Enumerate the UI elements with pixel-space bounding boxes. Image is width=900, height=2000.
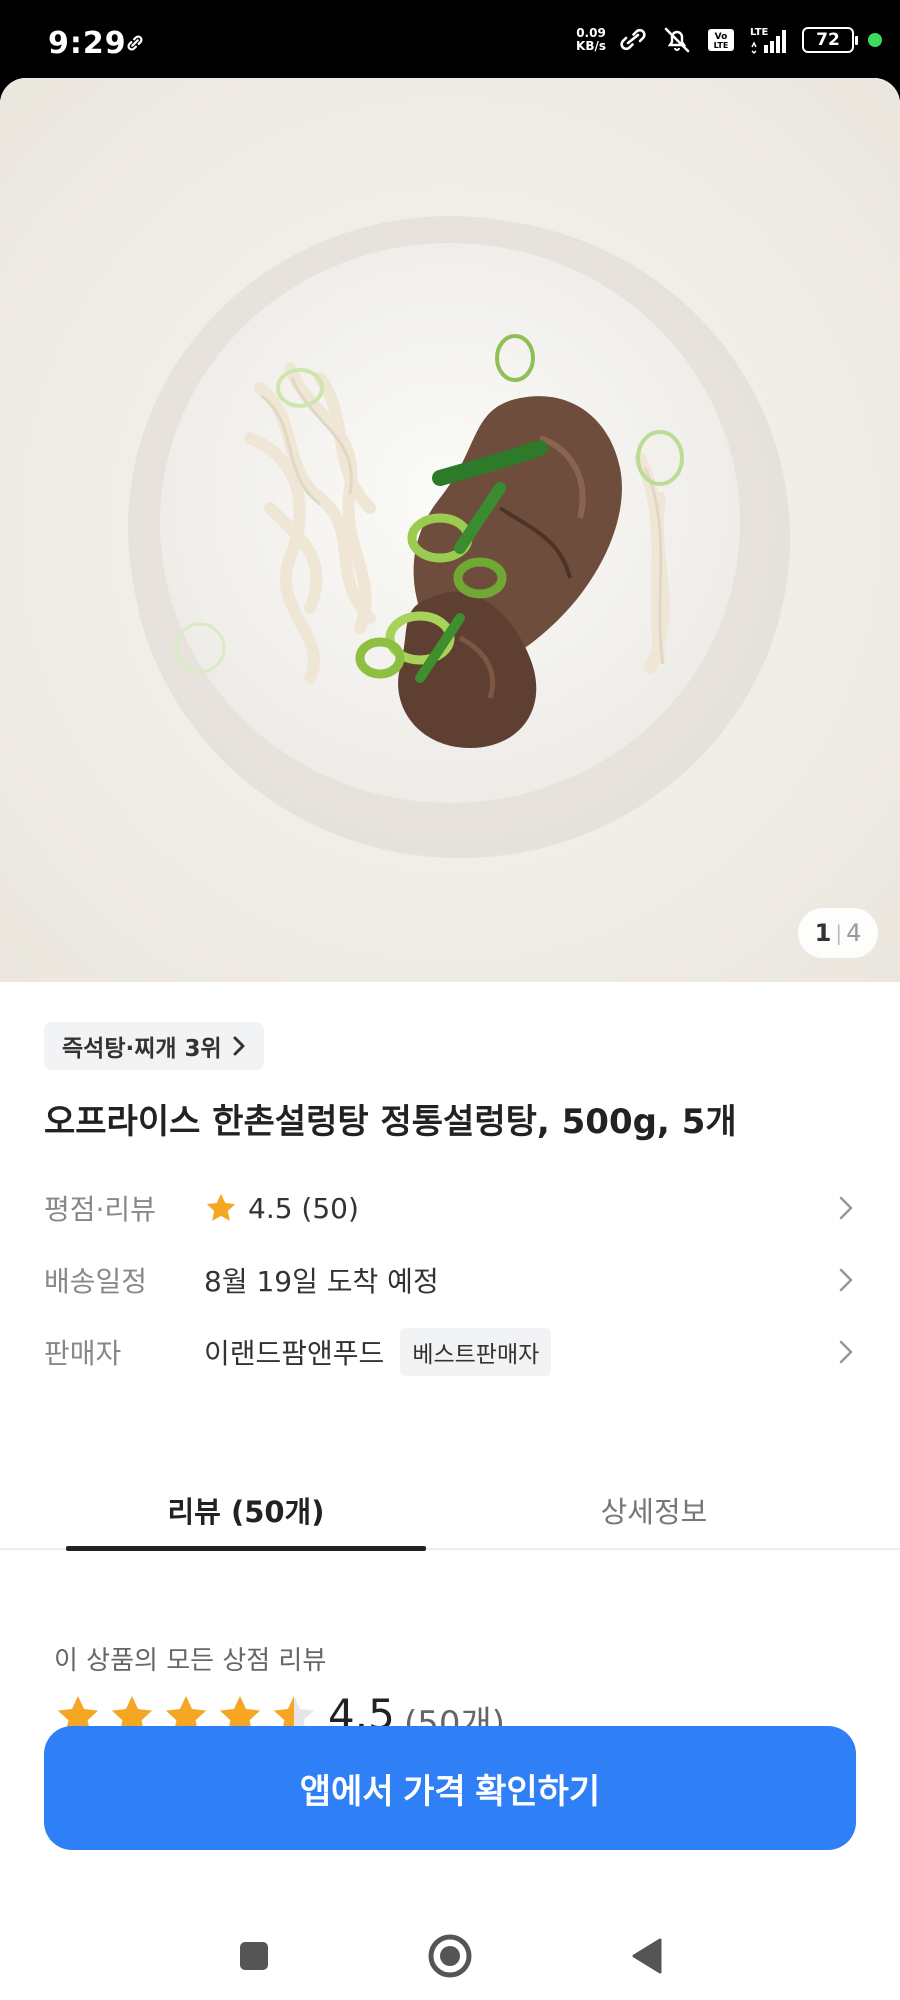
chevron-right-icon [233, 1036, 245, 1056]
tab-reviews[interactable]: 리뷰 (50개) [66, 1470, 426, 1550]
tab-details[interactable]: 상세정보 [474, 1470, 834, 1550]
status-icons: 0.09 KB/s Vo LTE LTE 72 [576, 22, 882, 58]
battery-icon: 72 [802, 27, 858, 53]
back-button[interactable] [616, 1926, 676, 1986]
chevron-right-icon [839, 1340, 853, 1364]
tab-bar: 리뷰 (50개) 상세정보 [0, 1470, 900, 1550]
link-icon [127, 35, 143, 51]
lte-signal-icon: LTE [750, 27, 786, 55]
seller-row[interactable]: 판매자 이랜드팜앤푸드 베스트판매자 [44, 1322, 856, 1382]
product-title: 오프라이스 한촌설렁탕 정통설렁탕, 500g, 5개 [44, 1102, 737, 1142]
home-button[interactable] [420, 1926, 480, 1986]
network-speed-unit: KB/s [576, 39, 606, 53]
svg-text:LTE: LTE [714, 41, 729, 50]
check-price-in-app-button[interactable]: 앱에서 가격 확인하기 [44, 1726, 856, 1850]
chevron-right-icon [839, 1268, 853, 1292]
hotspot-icon [620, 28, 646, 51]
delivery-row[interactable]: 배송일정 8월 19일 도착 예정 [44, 1250, 856, 1310]
rating-review-row[interactable]: 평점·리뷰 4.5 (50) [44, 1178, 856, 1238]
chevron-right-icon [839, 1196, 853, 1220]
product-sheet: 1 | 4 즉석탕·찌개 3위 오프라이스 한촌설렁탕 정통설렁탕, 500g,… [0, 78, 900, 2000]
home-circle-icon [428, 1934, 472, 1978]
system-nav-bar [0, 1914, 900, 2000]
mute-icon [664, 27, 690, 53]
svg-text:LTE: LTE [750, 27, 769, 38]
seller-label: 판매자 [44, 1337, 122, 1370]
delivery-label: 배송일정 [44, 1265, 148, 1298]
review-caption: 이 상품의 모든 상점 리뷰 [54, 1646, 327, 1676]
best-seller-badge: 베스트판매자 [400, 1328, 552, 1376]
active-tab-indicator [66, 1546, 426, 1551]
seller-value-group: 이랜드팜앤푸드 베스트판매자 [204, 1328, 552, 1376]
page-current: 1 [814, 919, 832, 947]
seller-name: 이랜드팜앤푸드 [204, 1337, 385, 1370]
volte-icon: Vo LTE [708, 29, 734, 51]
page-separator: | [835, 921, 843, 945]
recents-button[interactable] [224, 1926, 284, 1986]
star-icon [206, 1193, 236, 1221]
back-triangle-icon [632, 1938, 662, 1974]
square-icon [240, 1942, 268, 1970]
network-speed: 0.09 KB/s [576, 27, 606, 53]
status-time: 9:29 [48, 26, 127, 61]
rating-review-value: 4.5 (50) [248, 1191, 359, 1225]
delivery-value: 8월 19일 도착 예정 [204, 1265, 439, 1298]
image-page-indicator: 1 | 4 [798, 908, 878, 958]
product-image[interactable]: 1 | 4 [0, 78, 900, 982]
seolleongtang-bowl-illustration [0, 78, 900, 982]
status-bar: 9:29 0.09 KB/s Vo LTE LTE 72 [0, 0, 900, 78]
category-rank-chip[interactable]: 즉석탕·찌개 3위 [44, 1022, 264, 1070]
category-rank-label: 즉석탕·찌개 3위 [62, 1036, 222, 1062]
privacy-indicator-dot [868, 33, 882, 47]
page-total: 4 [846, 919, 862, 947]
rating-review-value-group: 4.5 (50) [204, 1191, 359, 1225]
rating-review-label: 평점·리뷰 [44, 1193, 156, 1226]
